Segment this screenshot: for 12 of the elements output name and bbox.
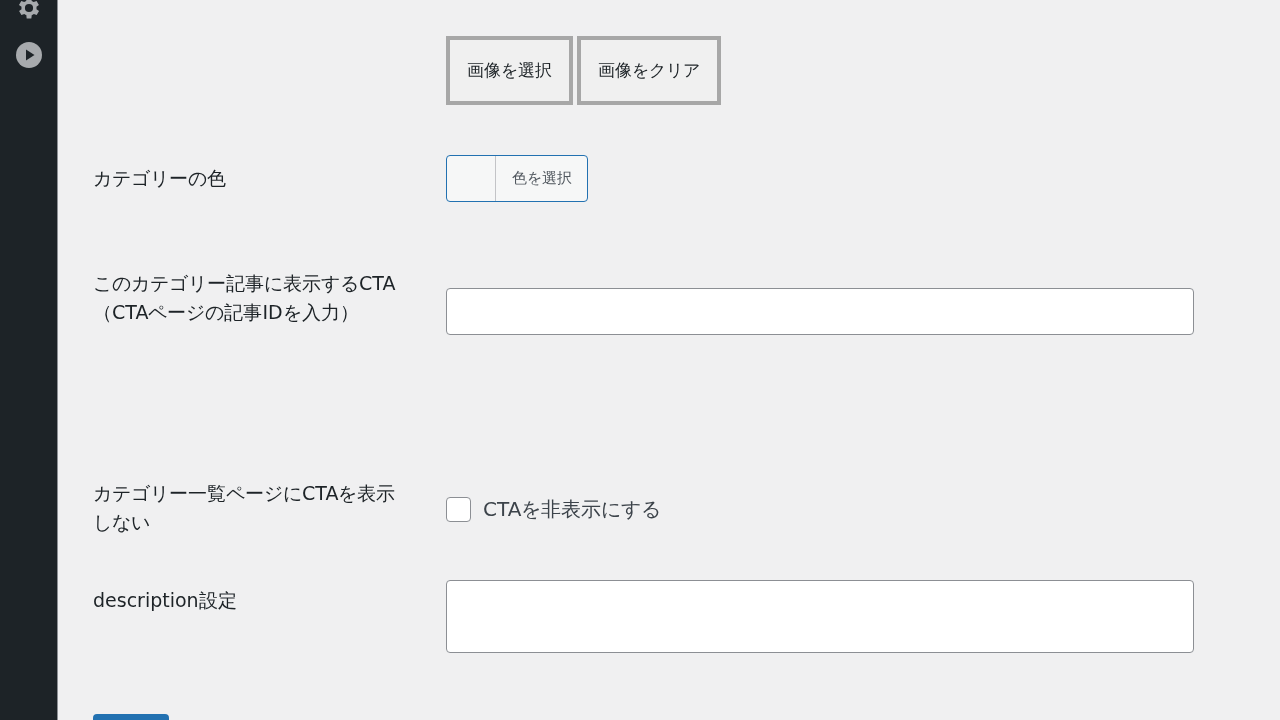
field-label: description設定 [93,588,238,613]
play-icon[interactable] [15,42,42,68]
cta-id-field[interactable] [446,288,1194,335]
checkbox-label: CTAを非表示にする [483,496,662,523]
field-label: カテゴリー一覧ページにCTAを表示しない [93,481,397,535]
image-button[interactable]: 画像をクリア [577,36,721,105]
checkbox[interactable] [446,496,471,522]
color-picker-button[interactable]: 色を選択 [446,155,588,202]
image-button[interactable]: 画像を選択 [446,36,573,105]
field-label: このカテゴリー記事に表示するCTA（CTAページの記事IDを入力） [93,271,397,325]
description-field[interactable] [446,580,1194,653]
field-label: カテゴリーの色 [93,166,227,192]
